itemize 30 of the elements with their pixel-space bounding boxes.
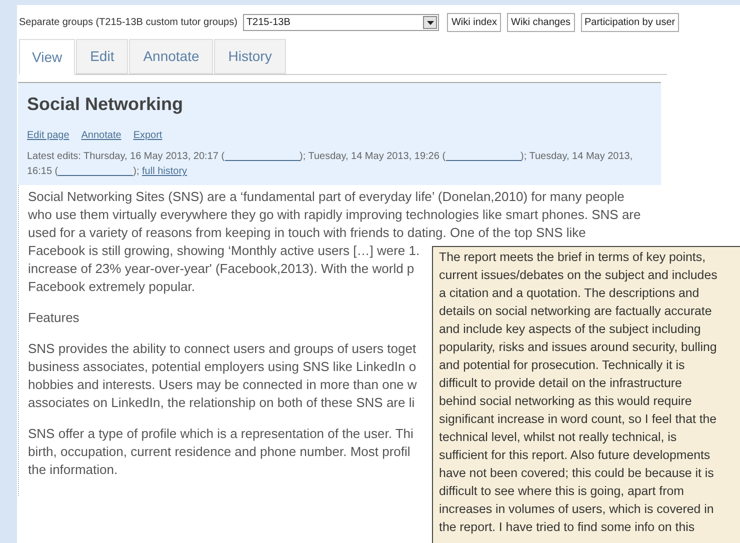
text-line: birth, occupation, current residence and phone number. Most profil [28,443,410,461]
history-link[interactable]: full history [142,166,188,177]
group-select[interactable]: T215-13B [243,14,440,31]
nav-button[interactable]: Wiki index [447,13,502,32]
page-title: Social Networking [27,93,184,116]
tab[interactable]: Edit [76,39,128,74]
nav-button[interactable]: Participation by user [580,13,680,32]
text-line: used for a variety of reasons from keeping in touch with friends to dating. One of the top SNS like [28,224,586,242]
text-line: hobbies and interests. Users may be connected in more than one w [28,376,417,394]
text-line: Facebook extremely popular. [28,278,195,296]
nav-button[interactable]: Wiki changes [507,13,574,32]
text-line: Facebook is still growing, showing ‘Monthly active users […] were 1. [28,242,420,260]
text-line: who use them virtually everywhere they go with rapidly improving technologies like smart phones. SNS are [28,206,641,224]
text-line: SNS provides the ability to connect users and groups of users toget [28,340,416,358]
text-line: Social Networking Sites (SNS) are a ‘fundamental part of everyday life’ (Donelan,2010) for many people [28,188,624,206]
action-link[interactable]: Edit page [27,128,70,143]
annotation-text: The report meets the brief in terms of key points, current issues/debates on the subject and includes a citation and a quotation. The descriptions and details on social networking are factually accurate and include key aspects of the subject including popularity, risks and issues around security, bulling and potential for prosecution. Technically it is difficult to provide detail on the infrastructure behind social networking as this would require significant increase in word count, so I feel that the technical level, whilst not really technical, is sufficient for this report. Also future developments have not been covered; this could be because it is difficult to see where this is going, apart from increases in volumes of users, which is covered in the report. I have tried to find some info on this [439,249,718,536]
text-line: associates on LinkedIn, the relationship on both of these SNS are li [28,394,415,412]
text-line: SNS offer a type of profile which is a representation of the user. Thi [28,425,414,443]
tab[interactable]: View [19,39,76,75]
latest-edits: Latest edits: Thursday, 16 May 2013, 20:17 ( ); Tuesday, 14 May 2013, 19:26 ( ); Tuesday, 14 May 2013, 16:15 ( ); full history [27,150,634,179]
text-line: the information. [28,461,118,479]
group-label: Separate groups (T215-13B custom tutor groups) [19,16,238,30]
text-line: business associates, potential employers using SNS like LinkedIn o [28,358,416,376]
tab[interactable]: Annotate [129,39,214,74]
action-link[interactable]: Annotate [81,128,122,143]
text-line: Features [28,309,80,327]
action-link[interactable]: Export [133,128,162,143]
text-line: increase of 23% year-over-year' (Facebook,2013). With the world p [28,260,414,278]
tab[interactable]: History [214,39,286,74]
